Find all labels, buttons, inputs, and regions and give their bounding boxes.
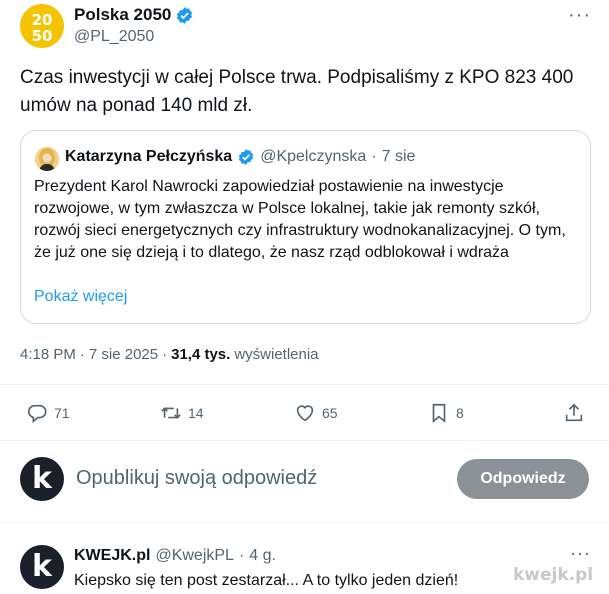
tweet-text: Czas inwestycji w całej Polsce trwa. Pod… [20, 67, 574, 116]
quote-avatar [35, 147, 59, 171]
like-button[interactable]: 65 [294, 402, 338, 424]
reply-author-handle[interactable]: @KwejkPL [155, 547, 234, 565]
repost-icon [161, 407, 181, 419]
divider [0, 440, 609, 441]
bookmark-button[interactable]: 8 [428, 402, 464, 424]
reply-input[interactable]: Opublikuj swoją odpowiedź [76, 467, 317, 490]
quote-header: Katarzyna Pełczyńska @Kpelczynska · 7 si… [65, 148, 415, 166]
author-row: Polska 2050 [74, 5, 194, 25]
share-icon [565, 403, 583, 422]
views-count: 31,4 tys. [171, 346, 231, 363]
reply-header: KWEJK.pl @KwejkPL · 4 g. [74, 547, 276, 565]
reply-text: Kiepsko się ten post zestarzał... A to t… [74, 572, 459, 589]
more-options-icon[interactable]: ··· [570, 543, 591, 564]
reply-avatar[interactable]: k [20, 545, 64, 589]
watermark: kwejk.pl [513, 565, 594, 585]
meta-separator: · [162, 346, 168, 363]
reply-icon [27, 404, 47, 423]
verified-badge-icon [239, 149, 254, 165]
reply-separator: · [238, 547, 245, 564]
show-more-link[interactable]: Pokaż więcej [34, 288, 127, 306]
divider [0, 522, 609, 523]
tweet-date[interactable]: 7 sie 2025 [89, 346, 158, 363]
more-options-icon[interactable]: ··· [568, 4, 591, 27]
share-button[interactable] [563, 402, 585, 424]
reply-submit-button[interactable]: Odpowiedz [457, 459, 589, 499]
views-label: wyświetlenia [234, 346, 319, 363]
polska-2050-logo: 20 50 [20, 4, 64, 48]
repost-count: 14 [188, 405, 204, 421]
bookmark-icon [432, 403, 446, 424]
reply-time[interactable]: 4 g. [249, 547, 276, 565]
quote-author-handle[interactable]: @Kpelczynska [260, 148, 366, 166]
like-icon [296, 405, 314, 422]
composer-avatar-letter: k [32, 461, 52, 496]
tweet-meta: 4:18 PM · 7 sie 2025 · 31,4 tys. wyświet… [20, 346, 319, 363]
repost-button[interactable]: 14 [160, 402, 204, 424]
quote-time[interactable]: 7 sie [382, 148, 416, 166]
like-count: 65 [322, 405, 338, 421]
author-handle[interactable]: @PL_2050 [74, 28, 154, 46]
verified-badge-icon [177, 6, 193, 24]
meta-separator: · [79, 346, 85, 363]
avatar[interactable]: 20 50 [20, 4, 64, 48]
reply-count: 71 [54, 405, 70, 421]
quote-author-name[interactable]: Katarzyna Pełczyńska [65, 148, 232, 166]
reply-avatar-letter: k [32, 549, 52, 584]
bookmark-count: 8 [456, 405, 464, 421]
tweet-time[interactable]: 4:18 PM [20, 346, 76, 363]
quote-text: Prezydent Karol Nawrocki zapowiedział po… [34, 178, 566, 261]
quote-separator: · [371, 148, 377, 165]
quoted-tweet[interactable]: Katarzyna Pełczyńska @Kpelczynska · 7 si… [20, 130, 591, 324]
divider [0, 384, 609, 385]
reply-button[interactable]: 71 [26, 402, 70, 424]
reply-author-name[interactable]: KWEJK.pl [74, 547, 150, 565]
author-name[interactable]: Polska 2050 [74, 5, 171, 25]
svg-text:50: 50 [32, 27, 53, 45]
composer-avatar: k [20, 457, 64, 501]
